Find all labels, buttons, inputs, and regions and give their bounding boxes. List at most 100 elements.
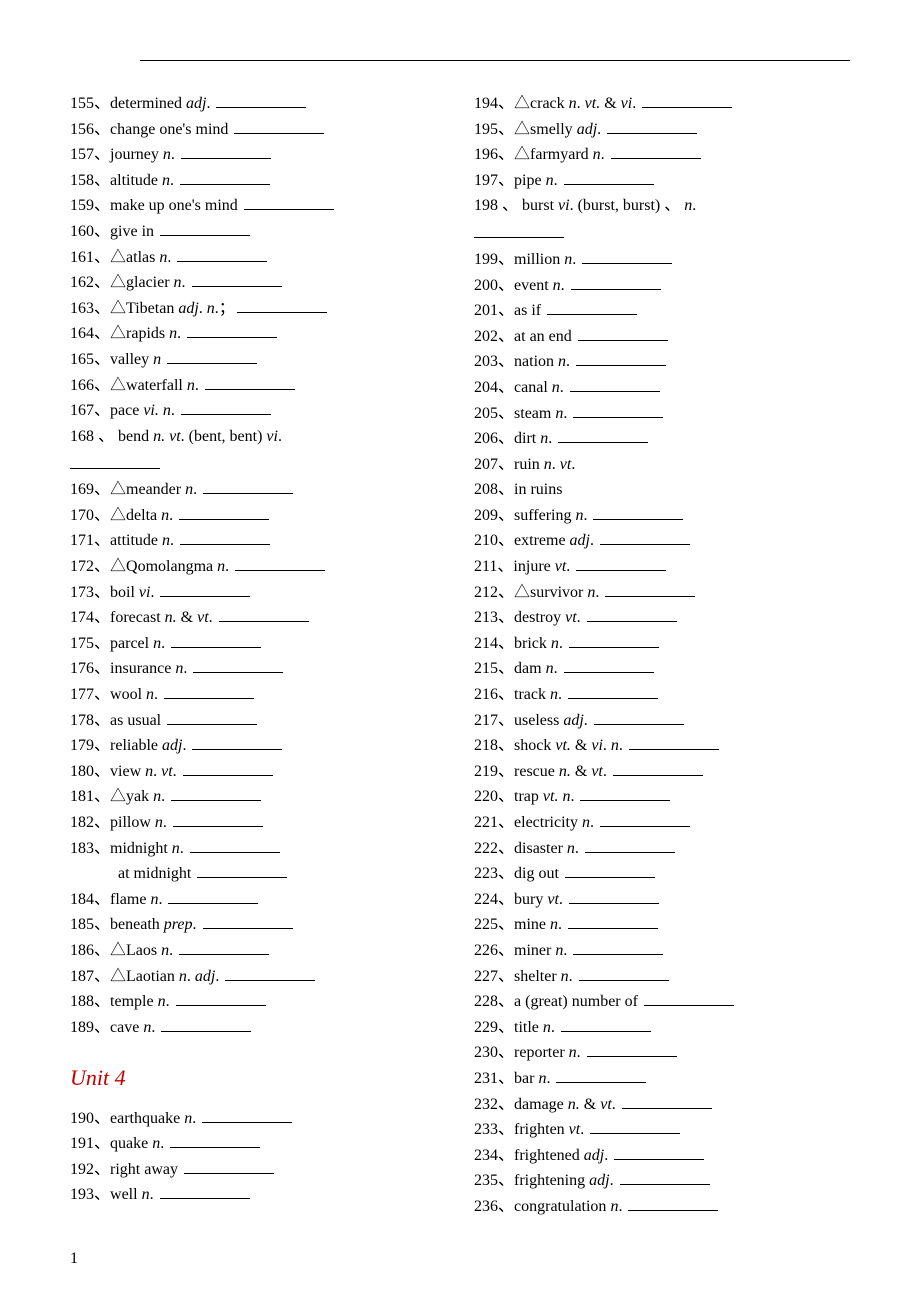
fill-blank[interactable] bbox=[164, 684, 254, 699]
fill-blank[interactable] bbox=[474, 223, 564, 238]
fill-blank[interactable] bbox=[587, 1042, 677, 1057]
fill-blank[interactable] bbox=[70, 453, 160, 468]
fill-blank[interactable] bbox=[565, 863, 655, 878]
fill-blank[interactable] bbox=[235, 556, 325, 571]
fill-blank[interactable] bbox=[179, 505, 269, 520]
fill-blank[interactable] bbox=[590, 1119, 680, 1134]
fill-blank[interactable] bbox=[569, 888, 659, 903]
entry-number: 199、 bbox=[474, 251, 514, 268]
fill-blank[interactable] bbox=[564, 169, 654, 184]
fill-blank[interactable] bbox=[160, 221, 250, 236]
fill-blank[interactable] bbox=[225, 965, 315, 980]
fill-blank[interactable] bbox=[187, 323, 277, 338]
entry-text: . bbox=[595, 584, 603, 601]
fill-blank[interactable] bbox=[183, 760, 273, 775]
fill-blank[interactable] bbox=[569, 632, 659, 647]
entry-word: million n. bbox=[514, 251, 580, 268]
fill-blank[interactable] bbox=[192, 735, 282, 750]
fill-blank[interactable] bbox=[173, 812, 263, 827]
entry-text: steam bbox=[514, 405, 555, 422]
fill-blank[interactable] bbox=[570, 377, 660, 392]
fill-blank[interactable] bbox=[607, 118, 697, 133]
fill-blank[interactable] bbox=[197, 863, 287, 878]
entry-number: 173、 bbox=[70, 584, 110, 601]
vocab-entry: 226、miner n. bbox=[474, 938, 850, 964]
entry-word: rescue n. & vt. bbox=[514, 763, 611, 780]
entry-word: event n. bbox=[514, 277, 569, 294]
fill-blank[interactable] bbox=[181, 144, 271, 159]
fill-blank[interactable] bbox=[613, 760, 703, 775]
entry-word: △crack n. vt. & vi. bbox=[514, 95, 640, 112]
fill-blank[interactable] bbox=[177, 246, 267, 261]
vocab-entry: 198 、 burst vi. (burst, burst) 、 n. bbox=[474, 193, 850, 219]
fill-blank[interactable] bbox=[593, 505, 683, 520]
fill-blank[interactable] bbox=[167, 349, 257, 364]
fill-blank[interactable] bbox=[644, 991, 734, 1006]
fill-blank[interactable] bbox=[620, 1170, 710, 1185]
fill-blank[interactable] bbox=[170, 1133, 260, 1148]
fill-blank[interactable] bbox=[203, 479, 293, 494]
fill-blank[interactable] bbox=[192, 272, 282, 287]
fill-blank[interactable] bbox=[202, 1107, 292, 1122]
fill-blank[interactable] bbox=[181, 400, 271, 415]
fill-blank[interactable] bbox=[573, 402, 663, 417]
entry-text: . bbox=[584, 712, 592, 729]
fill-blank[interactable] bbox=[587, 607, 677, 622]
fill-blank[interactable] bbox=[547, 300, 637, 315]
entry-text: . bbox=[561, 277, 569, 294]
fill-blank[interactable] bbox=[190, 837, 280, 852]
entry-text: . bbox=[161, 635, 169, 652]
fill-blank[interactable] bbox=[171, 786, 261, 801]
fill-blank[interactable] bbox=[614, 1144, 704, 1159]
fill-blank[interactable] bbox=[628, 1196, 718, 1211]
fill-blank[interactable] bbox=[579, 965, 669, 980]
fill-blank[interactable] bbox=[568, 684, 658, 699]
entry-number: 181、 bbox=[70, 788, 110, 805]
fill-blank[interactable] bbox=[558, 428, 648, 443]
fill-blank[interactable] bbox=[180, 169, 270, 184]
entry-number: 167、 bbox=[70, 402, 110, 419]
fill-blank[interactable] bbox=[171, 632, 261, 647]
fill-blank[interactable] bbox=[568, 914, 658, 929]
fill-blank[interactable] bbox=[576, 351, 666, 366]
part-of-speech: adj bbox=[584, 1147, 604, 1164]
fill-blank[interactable] bbox=[216, 93, 306, 108]
fill-blank[interactable] bbox=[573, 940, 663, 955]
fill-blank[interactable] bbox=[594, 709, 684, 724]
fill-blank[interactable] bbox=[176, 991, 266, 1006]
fill-blank[interactable] bbox=[179, 940, 269, 955]
fill-blank[interactable] bbox=[184, 1158, 274, 1173]
fill-blank[interactable] bbox=[611, 144, 701, 159]
fill-blank[interactable] bbox=[580, 786, 670, 801]
fill-blank[interactable] bbox=[244, 195, 334, 210]
fill-blank[interactable] bbox=[629, 735, 719, 750]
fill-blank[interactable] bbox=[622, 1093, 712, 1108]
fill-blank[interactable] bbox=[556, 1068, 646, 1083]
fill-blank[interactable] bbox=[564, 658, 654, 673]
fill-blank[interactable] bbox=[205, 374, 295, 389]
fill-blank[interactable] bbox=[571, 274, 661, 289]
fill-blank[interactable] bbox=[160, 581, 250, 596]
fill-blank[interactable] bbox=[219, 607, 309, 622]
fill-blank[interactable] bbox=[203, 914, 293, 929]
fill-blank[interactable] bbox=[642, 93, 732, 108]
fill-blank[interactable] bbox=[600, 812, 690, 827]
fill-blank[interactable] bbox=[237, 297, 327, 312]
fill-blank[interactable] bbox=[582, 249, 672, 264]
fill-blank[interactable] bbox=[167, 709, 257, 724]
fill-blank[interactable] bbox=[234, 118, 324, 133]
fill-blank[interactable] bbox=[578, 325, 668, 340]
fill-blank[interactable] bbox=[605, 581, 695, 596]
entry-word: boil vi. bbox=[110, 584, 158, 601]
entry-text: congratulation bbox=[514, 1198, 610, 1215]
fill-blank[interactable] bbox=[160, 1184, 250, 1199]
part-of-speech: n bbox=[611, 737, 619, 754]
fill-blank[interactable] bbox=[161, 1016, 251, 1031]
fill-blank[interactable] bbox=[600, 530, 690, 545]
fill-blank[interactable] bbox=[193, 658, 283, 673]
fill-blank[interactable] bbox=[180, 530, 270, 545]
fill-blank[interactable] bbox=[561, 1016, 651, 1031]
fill-blank[interactable] bbox=[585, 837, 675, 852]
fill-blank[interactable] bbox=[576, 556, 666, 571]
fill-blank[interactable] bbox=[168, 888, 258, 903]
